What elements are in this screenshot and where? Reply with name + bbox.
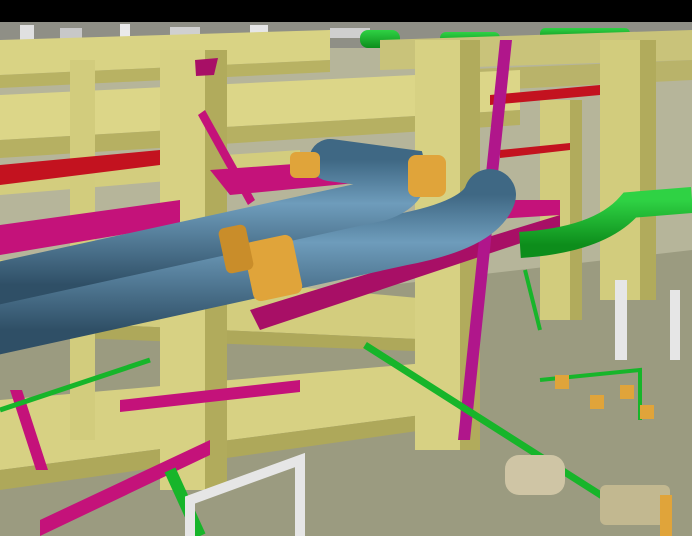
top-black-band [0, 0, 692, 22]
3d-viewport[interactable] [0, 0, 692, 536]
pipe-rack-render [0, 0, 692, 536]
